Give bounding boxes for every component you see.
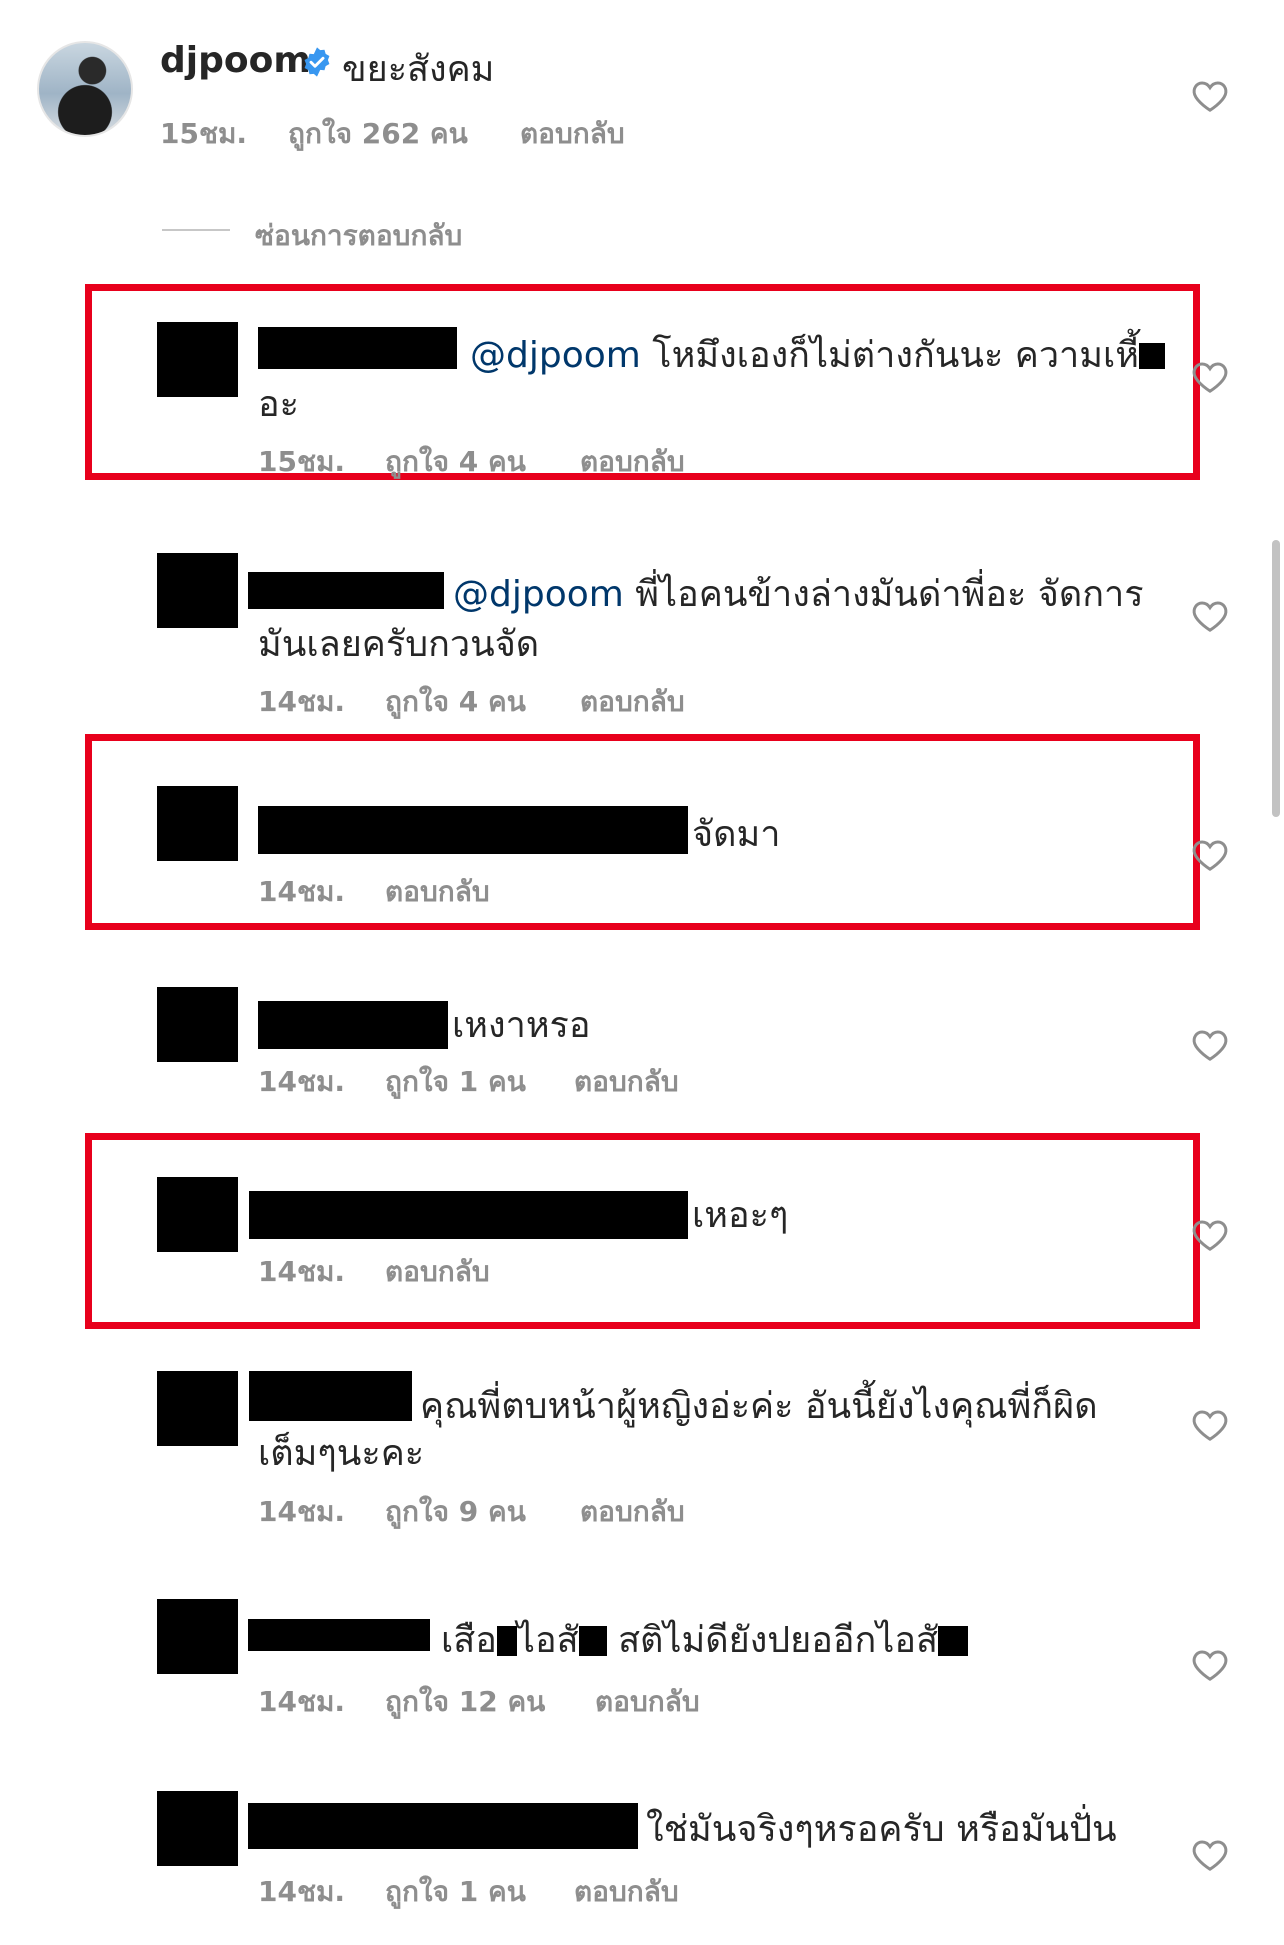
reply-button[interactable]: ตอบกลับ (580, 440, 685, 484)
redacted-word (578, 1626, 607, 1656)
reply-text: พี่ไอคนข้างล่างมันด่าพี่อะ จัดการ (635, 574, 1144, 615)
reply-likes[interactable]: ถูกใจ 4 คน (385, 680, 526, 724)
reply-avatar[interactable] (157, 987, 238, 1062)
reply-likes[interactable]: ถูกใจ 9 คน (385, 1490, 526, 1534)
redacted-username (248, 572, 444, 609)
redacted-word (496, 1626, 517, 1656)
heart-icon[interactable] (1190, 1835, 1230, 1875)
reply-text: จัดมา (692, 814, 781, 855)
redacted-word (937, 1626, 968, 1656)
scrollbar[interactable] (1272, 540, 1280, 817)
reply-button[interactable]: ตอบกลับ (385, 870, 490, 914)
redacted-word (1139, 343, 1166, 369)
reply-time: 14ชม. (258, 1065, 346, 1098)
hide-replies-button[interactable]: ซ่อนการตอบกลับ (255, 214, 462, 258)
reply-likes[interactable]: ถูกใจ 12 คน (385, 1680, 545, 1724)
djpoom-avatar[interactable] (37, 41, 133, 137)
reply-likes[interactable]: ถูกใจ 1 คน (385, 1060, 526, 1104)
reply-button[interactable]: ตอบกลับ (580, 1490, 685, 1534)
heart-icon[interactable] (1190, 835, 1230, 875)
heart-icon[interactable] (1190, 357, 1230, 397)
reply-text: โหมึงเองก็ไม่ต่างกันนะ ความเหี้ (652, 335, 1140, 376)
heart-icon[interactable] (1190, 1025, 1230, 1065)
reply-time: 14ชม. (258, 1685, 346, 1718)
redacted-username (249, 1371, 412, 1421)
redacted-username (258, 806, 688, 854)
reply-avatar[interactable] (157, 322, 238, 397)
reply-text: ใช่มันจริงๆหรอครับ หรือมันปั่น (646, 1809, 1117, 1850)
heart-icon[interactable] (1190, 1405, 1230, 1445)
reply-avatar[interactable] (157, 1177, 238, 1252)
heart-icon[interactable] (1190, 76, 1230, 116)
redacted-username (248, 1619, 430, 1651)
reply-time: 14ชม. (258, 1495, 346, 1528)
reply-likes[interactable]: ถูกใจ 4 คน (385, 440, 526, 484)
heart-icon[interactable] (1190, 1215, 1230, 1255)
heart-icon[interactable] (1190, 596, 1230, 636)
post-likes[interactable]: ถูกใจ 262 คน (288, 112, 468, 156)
reply-avatar[interactable] (157, 1599, 238, 1674)
hide-replies-line (162, 229, 230, 231)
reply-text-line2: เต็มๆนะคะ (258, 1433, 425, 1474)
reply-time: 15ชม. (258, 445, 346, 478)
reply-avatar[interactable] (157, 553, 238, 628)
post-reply-button[interactable]: ตอบกลับ (520, 112, 625, 156)
reply-time: 14ชม. (258, 1875, 346, 1908)
redacted-username (248, 1803, 638, 1849)
reply-button[interactable]: ตอบกลับ (574, 1870, 679, 1914)
reply-text: เหอะๆ (692, 1195, 789, 1236)
mention-link[interactable]: @djpoom (470, 335, 641, 376)
post-time: 15ชม. (160, 117, 248, 150)
post-username[interactable]: djpoom (160, 40, 311, 81)
mention-link[interactable]: @djpoom (453, 574, 624, 615)
reply-text-part: เสือ (441, 1620, 497, 1661)
verified-badge-icon (304, 47, 330, 77)
redacted-username (258, 327, 457, 369)
reply-avatar[interactable] (157, 1371, 238, 1446)
reply-avatar[interactable] (157, 1791, 238, 1866)
reply-text: คุณพี่ตบหน้าผู้หญิงอ่ะค่ะ อันนี้ยังไงคุณ… (420, 1386, 1098, 1427)
reply-text: เหงาหรอ (452, 1005, 591, 1046)
reply-likes[interactable]: ถูกใจ 1 คน (385, 1870, 526, 1914)
reply-button[interactable]: ตอบกลับ (574, 1060, 679, 1104)
reply-time: 14ชม. (258, 875, 346, 908)
reply-text-part: สติไม่ดียังปยออีกไอสั (618, 1620, 938, 1661)
redacted-username (249, 1191, 688, 1239)
heart-icon[interactable] (1190, 1645, 1230, 1685)
reply-text-line2: มันเลยครับกวนจัด (258, 624, 540, 665)
reply-text-line2: อะ (258, 384, 299, 425)
reply-time: 14ชม. (258, 1255, 346, 1288)
reply-avatar[interactable] (157, 786, 238, 861)
reply-button[interactable]: ตอบกลับ (595, 1680, 700, 1724)
reply-button[interactable]: ตอบกลับ (385, 1250, 490, 1294)
post-comment-text: ขยะสังคม (342, 49, 495, 90)
reply-text-part: ไอสั (516, 1620, 579, 1661)
redacted-username (258, 1001, 448, 1049)
reply-button[interactable]: ตอบกลับ (580, 680, 685, 724)
reply-time: 14ชม. (258, 685, 346, 718)
